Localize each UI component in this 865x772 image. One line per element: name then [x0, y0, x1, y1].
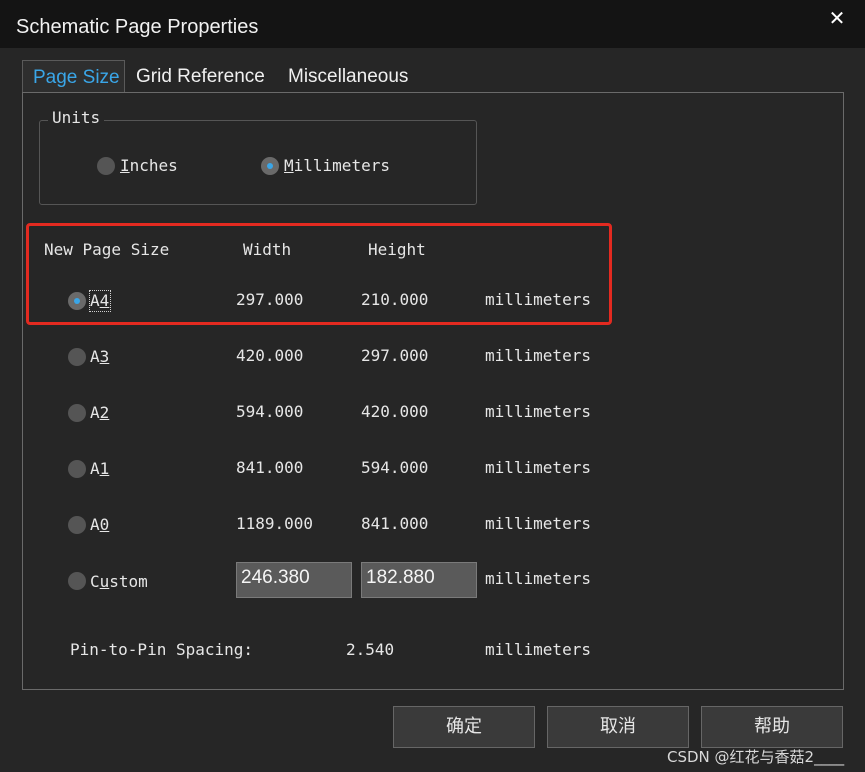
- a3-unit: millimeters: [485, 346, 591, 365]
- millimeters-label[interactable]: Millimeters: [284, 156, 390, 175]
- custom-width-input[interactable]: 246.380: [236, 562, 352, 598]
- a0-radio[interactable]: [68, 516, 86, 534]
- custom-radio[interactable]: [68, 572, 86, 590]
- help-button[interactable]: 帮助: [701, 706, 843, 748]
- a2-height: 420.000: [361, 402, 429, 421]
- custom-unit: millimeters: [485, 569, 591, 588]
- a2-label[interactable]: A2: [90, 403, 109, 422]
- inches-label[interactable]: Inches: [120, 156, 178, 175]
- a0-label[interactable]: A0: [90, 515, 109, 534]
- a0-height: 841.000: [361, 514, 429, 533]
- custom-height-input[interactable]: 182.880: [361, 562, 477, 598]
- cancel-button[interactable]: 取消: [547, 706, 689, 748]
- a2-radio[interactable]: [68, 404, 86, 422]
- a0-unit: millimeters: [485, 514, 591, 533]
- pin-spacing-label: Pin-to-Pin Spacing:: [70, 640, 254, 659]
- a0-width: 1189.000: [236, 514, 314, 533]
- dialog-title: Schematic Page Properties: [16, 16, 259, 38]
- a2-width: 594.000: [236, 402, 304, 421]
- a3-label[interactable]: A3: [90, 347, 109, 366]
- a3-radio[interactable]: [68, 348, 86, 366]
- a1-radio[interactable]: [68, 460, 86, 478]
- millimeters-radio[interactable]: [261, 157, 279, 175]
- a1-label[interactable]: A1: [90, 459, 109, 478]
- custom-label[interactable]: Custom: [90, 572, 148, 591]
- a1-width: 841.000: [236, 458, 304, 477]
- watermark-text: CSDN @红花与香菇2____: [667, 748, 845, 766]
- schematic-page-properties-dialog: Schematic Page Properties ✕ Page Size Gr…: [0, 0, 865, 772]
- a3-width: 420.000: [236, 346, 304, 365]
- a2-unit: millimeters: [485, 402, 591, 421]
- red-highlight-annotation: [26, 223, 612, 325]
- close-icon[interactable]: ✕: [826, 8, 848, 30]
- a3-height: 297.000: [361, 346, 429, 365]
- a1-unit: millimeters: [485, 458, 591, 477]
- inches-radio[interactable]: [97, 157, 115, 175]
- tab-page-size[interactable]: Page Size: [22, 60, 125, 94]
- tab-miscellaneous[interactable]: Miscellaneous: [278, 60, 418, 94]
- tab-grid-reference[interactable]: Grid Reference: [126, 60, 275, 94]
- pin-spacing-unit: millimeters: [485, 640, 591, 659]
- pin-spacing-value: 2.540: [346, 640, 395, 659]
- units-legend: Units: [48, 108, 105, 127]
- ok-button[interactable]: 确定: [393, 706, 535, 748]
- title-bar: Schematic Page Properties ✕: [0, 0, 865, 48]
- a1-height: 594.000: [361, 458, 429, 477]
